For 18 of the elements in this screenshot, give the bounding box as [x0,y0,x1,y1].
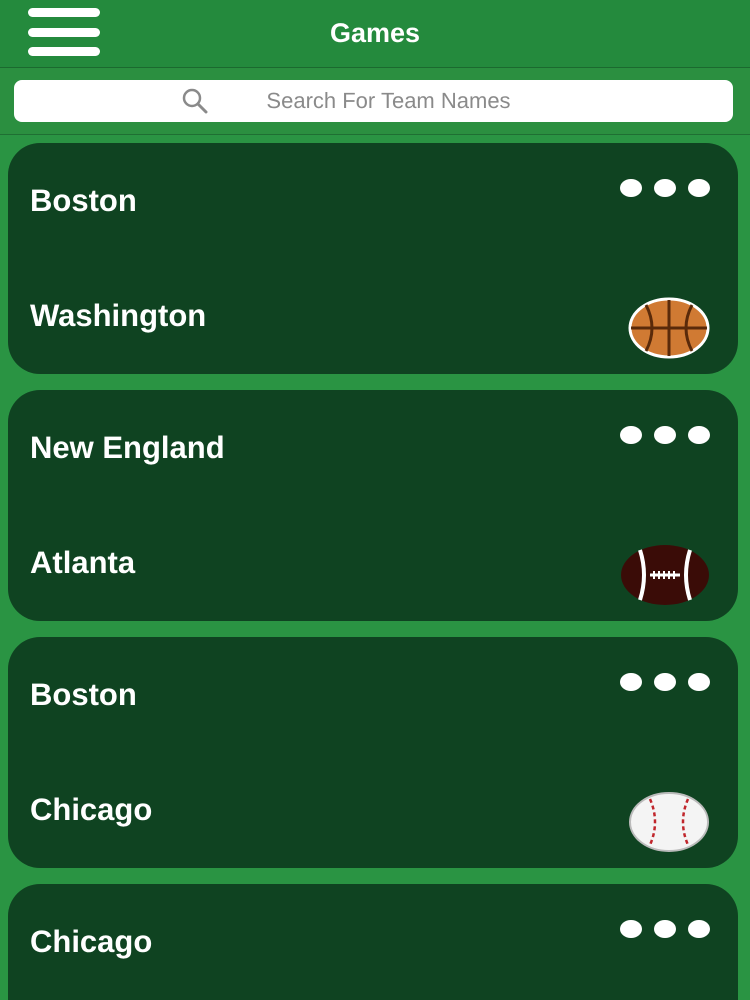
team-name: New England [30,430,225,466]
screen-title: Games [330,17,420,50]
team-name: Boston [30,182,137,218]
menu-icon[interactable] [28,8,100,56]
team-name: Boston [30,676,137,712]
team-name: Washington [30,298,206,334]
more-icon[interactable] [620,673,710,691]
search-field[interactable]: Search For Team Names [14,80,733,122]
search-icon [182,88,208,114]
baseball-icon [628,791,710,853]
more-icon[interactable] [620,920,710,938]
football-icon [620,544,710,606]
more-icon[interactable] [620,426,710,444]
team-name: Chicago [30,924,152,960]
more-icon[interactable] [620,179,710,197]
basketball-icon [628,297,710,359]
team-name: Atlanta [30,544,136,580]
team-name: Chicago [30,792,152,828]
